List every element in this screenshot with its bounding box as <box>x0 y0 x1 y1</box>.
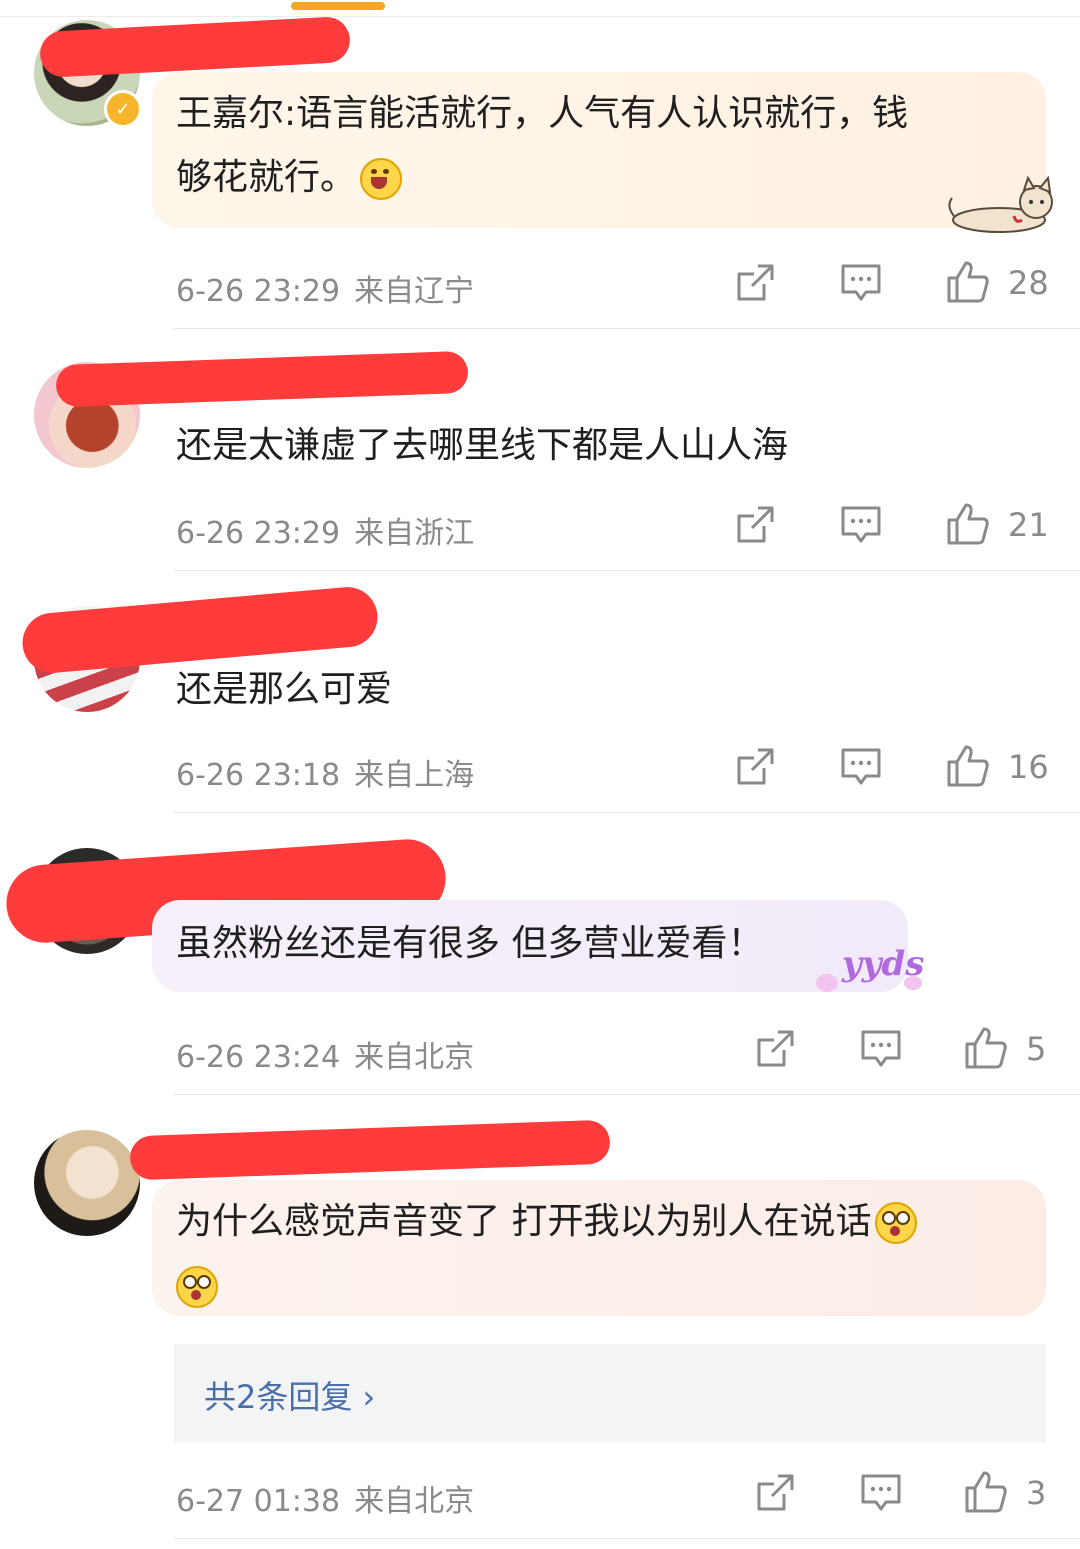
comment-text: 王嘉尔:语言能活就行，人气有人认识就行，钱 够花就行。 <box>176 93 909 200</box>
comment-divider <box>174 812 1080 813</box>
comment-date: 6-26 23:24 <box>176 1040 341 1075</box>
username-redaction <box>55 350 469 408</box>
shocked-emoji-icon <box>176 1266 218 1308</box>
comment-divider <box>174 570 1080 571</box>
comment-meta: 6-26 23:29 来自浙江 <box>176 508 474 552</box>
comment-icon[interactable] <box>840 746 882 788</box>
share-icon[interactable] <box>754 1472 796 1514</box>
like-count: 16 <box>1008 748 1049 786</box>
comment-meta: 6-26 23:24 来自北京 <box>176 1032 474 1076</box>
comment-location: 来自上海 <box>354 758 475 793</box>
comment-icon[interactable] <box>860 1028 902 1070</box>
comment-date: 6-27 01:38 <box>176 1484 341 1519</box>
comment-date: 6-26 23:29 <box>176 516 341 551</box>
comment-text: 还是太谦虚了去哪里线下都是人山人海 <box>176 425 789 466</box>
thumbs-up-icon[interactable] <box>964 1470 1008 1514</box>
comment-divider <box>174 328 1080 329</box>
comment-meta: 6-26 23:18 来自上海 <box>176 750 474 794</box>
verified-badge-icon: ✓ <box>104 90 142 128</box>
cat-sticker-icon <box>948 176 1053 233</box>
like-count: 21 <box>1008 506 1049 544</box>
comment-date: 6-26 23:18 <box>176 758 341 793</box>
comment-icon[interactable] <box>840 262 882 304</box>
comment-location: 来自浙江 <box>354 516 475 551</box>
active-tab-indicator <box>291 2 385 10</box>
comment-location: 来自北京 <box>354 1040 475 1075</box>
share-icon[interactable] <box>734 262 776 304</box>
comment-divider <box>174 1538 1080 1539</box>
shocked-emoji-icon <box>875 1202 918 1244</box>
share-icon[interactable] <box>734 746 776 788</box>
share-icon[interactable] <box>734 504 776 546</box>
comment-date: 6-26 23:29 <box>176 274 341 309</box>
thumbs-up-icon[interactable] <box>946 502 990 546</box>
yyds-sticker-icon: yyds <box>816 944 928 1000</box>
comment-text: 为什么感觉声音变了 打开我以为别人在说话 <box>176 1190 918 1318</box>
replies-box[interactable]: 共2条回复 › <box>174 1344 1046 1442</box>
header-divider <box>0 16 1080 17</box>
comment-meta: 6-26 23:29 来自辽宁 <box>176 266 474 310</box>
comment-text: 还是那么可爱 <box>176 669 393 710</box>
username-redaction <box>129 1119 611 1181</box>
comment-location: 来自辽宁 <box>354 274 475 309</box>
avatar[interactable] <box>34 1130 140 1236</box>
grin-emoji-icon <box>360 158 403 200</box>
like-count: 5 <box>1026 1030 1047 1068</box>
comment-meta: 6-27 01:38 来自北京 <box>176 1476 474 1520</box>
thumbs-up-icon[interactable] <box>946 744 990 788</box>
comment-divider <box>174 1094 1080 1095</box>
share-icon[interactable] <box>754 1028 796 1070</box>
comment-icon[interactable] <box>840 504 882 546</box>
view-replies-link[interactable]: 共2条回复 › <box>204 1372 375 1418</box>
comment-location: 来自北京 <box>354 1484 475 1519</box>
comment-text: 虽然粉丝还是有很多 但多营业爱看！ <box>176 923 764 964</box>
like-count: 28 <box>1008 264 1049 302</box>
comment-icon[interactable] <box>860 1472 902 1514</box>
thumbs-up-icon[interactable] <box>946 260 990 304</box>
thumbs-up-icon[interactable] <box>964 1026 1008 1070</box>
like-count: 3 <box>1026 1474 1047 1512</box>
